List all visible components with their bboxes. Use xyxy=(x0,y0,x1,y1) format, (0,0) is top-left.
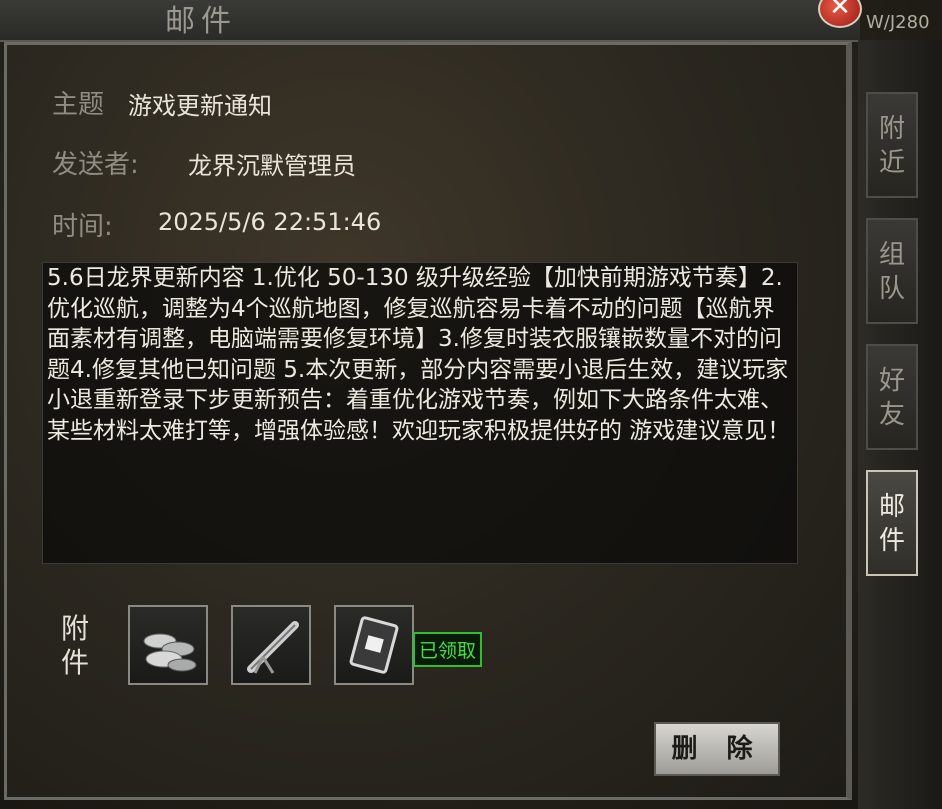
telescope-icon xyxy=(247,621,299,674)
subject-value: 游戏更新通知 xyxy=(128,92,272,120)
attachment-slot-2[interactable] xyxy=(231,605,311,685)
time-label: 时间: xyxy=(52,212,113,242)
card-icon xyxy=(349,616,399,674)
sender-value: 龙界沉默管理员 xyxy=(188,152,356,180)
window-title: 邮件 xyxy=(165,4,237,39)
tab-label: 组队 xyxy=(878,240,905,304)
attachment-slot-3[interactable] xyxy=(334,605,414,685)
sender-label: 发送者: xyxy=(52,150,139,180)
tab-label: 邮件 xyxy=(878,492,905,556)
time-value: 2025/5/6 22:51:46 xyxy=(158,208,382,236)
tab-label: 好友 xyxy=(878,366,905,430)
tab-mail[interactable]: 邮件 xyxy=(866,470,918,576)
delete-button[interactable]: 删 除 xyxy=(654,722,780,776)
claimed-badge: 已领取 xyxy=(413,632,483,667)
close-icon: ✕ xyxy=(829,0,851,22)
subject-label: 主题 xyxy=(52,90,105,120)
window-title-bar: 邮件 xyxy=(0,0,860,42)
tab-nearby[interactable]: 附近 xyxy=(866,92,918,198)
attachment-slot-1[interactable] xyxy=(128,605,208,685)
tab-label: 附近 xyxy=(878,114,905,178)
attachment-label: 附件 xyxy=(60,612,89,679)
mail-body[interactable]: 5.6日龙界更新内容 1.优化 50-130 级升级经验【加快前期游戏节奏】2.… xyxy=(42,262,798,564)
tab-team[interactable]: 组队 xyxy=(866,218,918,324)
silver-ingots-icon xyxy=(143,633,197,672)
tab-friends[interactable]: 好友 xyxy=(866,344,918,450)
server-tag: W/J280 xyxy=(866,12,930,33)
